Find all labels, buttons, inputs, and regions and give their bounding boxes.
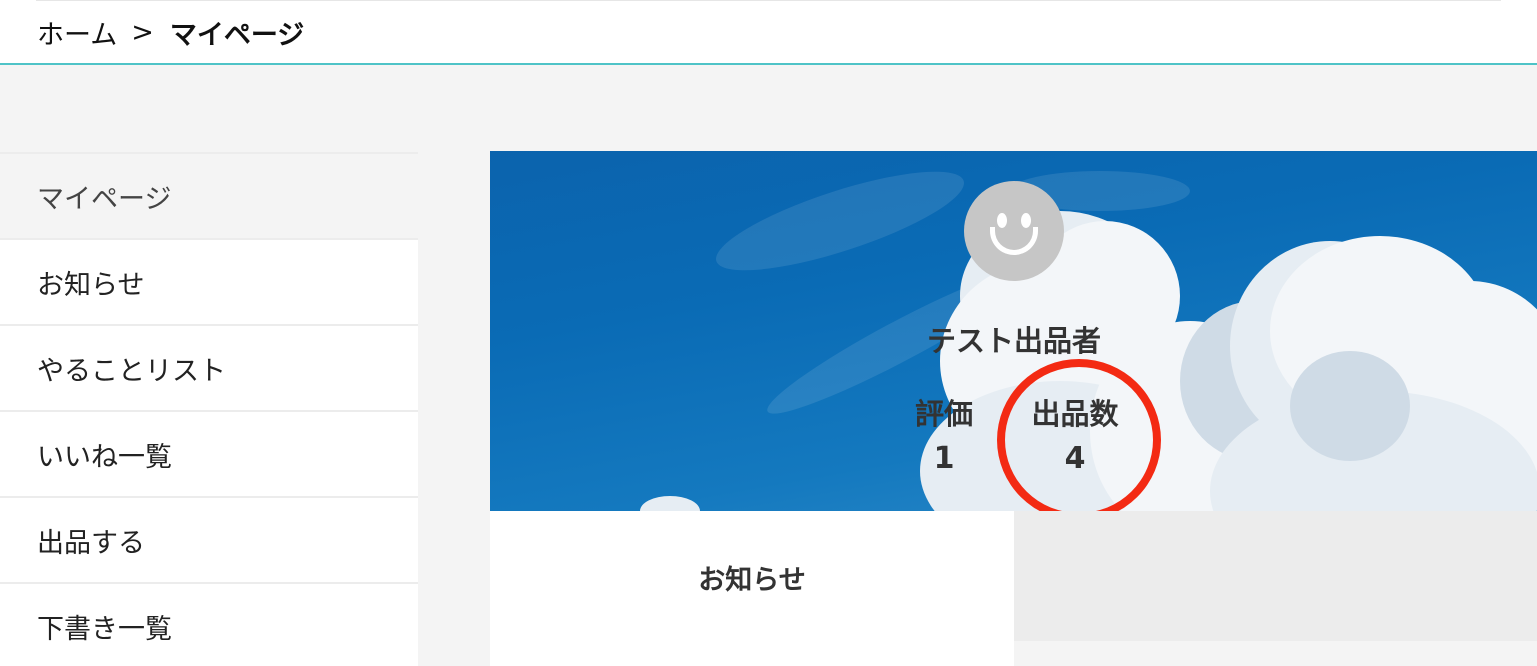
rating-stat[interactable]: 評価 1	[894, 396, 994, 476]
top-bar: ホーム > マイページ	[0, 0, 1537, 65]
listings-stat[interactable]: 出品数 4	[1015, 396, 1135, 476]
sidebar-item-label: お知らせ	[37, 269, 145, 301]
sidebar-item-label: 下書き一覧	[37, 613, 172, 645]
sky-wisp	[707, 152, 973, 290]
rating-value: 1	[933, 441, 955, 476]
sidebar-item-todo-list[interactable]: やることリスト	[0, 324, 418, 410]
sidebar-item-likes[interactable]: いいね一覧	[0, 410, 418, 496]
sidebar-item-label: 出品する	[37, 527, 145, 559]
profile-header: テスト出品者 評価 1 出品数 4	[490, 151, 1537, 511]
tab-notifications[interactable]: お知らせ	[490, 511, 1014, 666]
content-tabs: お知らせ	[490, 511, 1537, 666]
listings-value: 4	[1064, 441, 1086, 476]
top-divider	[36, 0, 1501, 1]
sidebar-item-sell[interactable]: 出品する	[0, 496, 418, 582]
sidebar-item-drafts[interactable]: 下書き一覧	[0, 582, 418, 666]
rating-label: 評価	[914, 397, 973, 431]
tab-label: お知らせ	[698, 565, 806, 596]
profile-name: テスト出品者	[926, 324, 1101, 358]
sidebar-item-notifications[interactable]: お知らせ	[0, 238, 418, 324]
smiley-face-icon	[990, 227, 1038, 255]
listings-label: 出品数	[1031, 397, 1119, 431]
breadcrumb-current: マイページ	[169, 19, 305, 51]
avatar-eye	[1021, 213, 1031, 228]
cloud-shape	[640, 496, 700, 511]
avatar-eye	[997, 213, 1007, 228]
sidebar-menu: マイページ お知らせ やることリスト いいね一覧 出品する 下書き一覧	[0, 152, 418, 666]
sidebar-item-mypage[interactable]: マイページ	[0, 152, 418, 238]
sidebar-item-label: やることリスト	[37, 355, 226, 387]
tab-inactive[interactable]	[1014, 511, 1537, 641]
sidebar-item-label: いいね一覧	[37, 441, 172, 473]
cloud-shape	[1290, 351, 1410, 461]
breadcrumb: ホーム > マイページ	[37, 13, 305, 52]
breadcrumb-home-link[interactable]: ホーム	[37, 13, 117, 52]
breadcrumb-separator: >	[131, 16, 154, 48]
sidebar-item-label: マイページ	[37, 183, 172, 215]
avatar[interactable]	[964, 181, 1064, 281]
